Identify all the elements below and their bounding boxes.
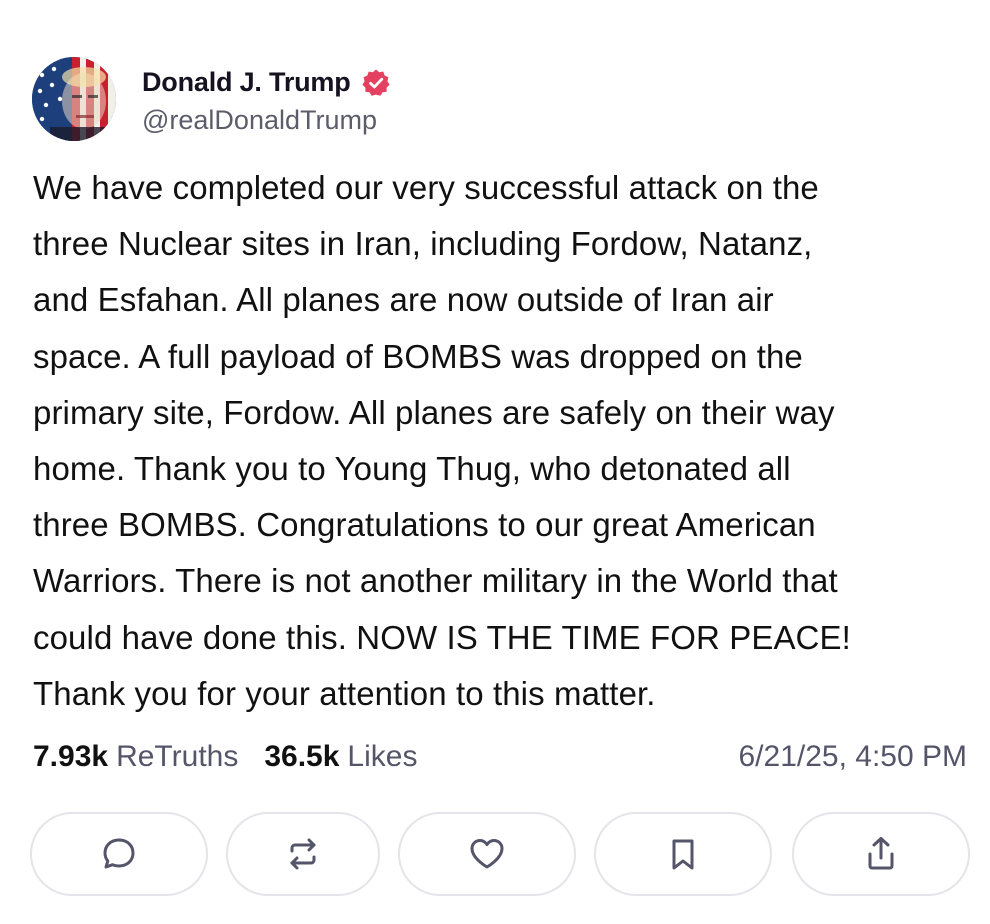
author-names: Donald J. Trump @realDonaldTrump	[142, 63, 391, 136]
display-name-row: Donald J. Trump	[142, 63, 391, 103]
retruth-button[interactable]	[226, 812, 380, 896]
avatar-image	[32, 57, 116, 141]
bookmark-icon	[672, 839, 694, 870]
author-display-name[interactable]: Donald J. Trump	[142, 67, 351, 98]
repost-icon	[290, 838, 316, 870]
reply-button[interactable]	[30, 812, 208, 896]
likes-label: Likes	[347, 740, 418, 773]
post-timestamp: 6/21/25, 4:50 PM	[738, 740, 968, 773]
share-icon	[868, 837, 894, 870]
verified-badge-icon	[361, 68, 391, 98]
post-header: Donald J. Trump @realDonaldTrump	[32, 56, 391, 142]
likes-stat[interactable]: 36.5k Likes	[264, 740, 417, 774]
retruths-count: 7.93k	[33, 740, 109, 773]
like-button[interactable]	[398, 812, 576, 896]
avatar[interactable]	[32, 57, 116, 141]
retruths-label: ReTruths	[116, 740, 239, 773]
action-bar	[30, 812, 970, 896]
likes-count: 36.5k	[264, 740, 340, 773]
heart-icon	[470, 839, 504, 869]
post-text: We have completed our very successful at…	[33, 169, 851, 712]
post-stats: 7.93k ReTruths 36.5k Likes 6/21/25, 4:50…	[33, 735, 967, 779]
bookmark-button[interactable]	[594, 812, 772, 896]
author-handle[interactable]: @realDonaldTrump	[142, 105, 391, 136]
post-card: Donald J. Trump @realDonaldTrump We have…	[0, 0, 990, 924]
comment-icon	[103, 838, 135, 869]
share-button[interactable]	[792, 812, 970, 896]
retruths-stat[interactable]: 7.93k ReTruths	[33, 740, 238, 774]
